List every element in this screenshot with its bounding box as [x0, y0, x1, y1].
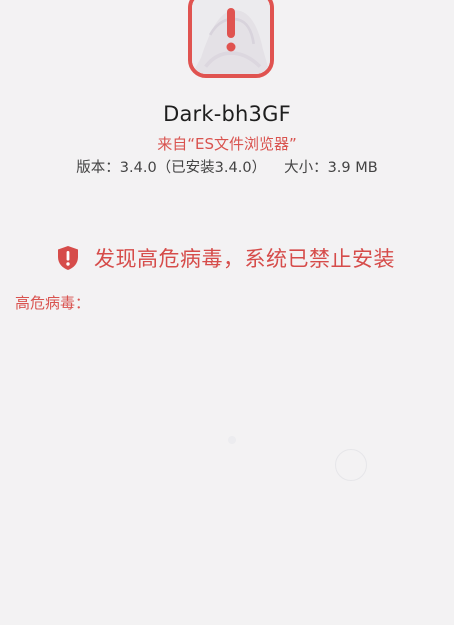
- alert-exclamation-icon: [226, 8, 236, 52]
- app-icon: [188, 0, 274, 78]
- app-size: 大小：3.9 MB: [284, 160, 378, 176]
- app-name: Dark-bh3GF: [163, 102, 291, 126]
- loading-indicator: [335, 449, 367, 481]
- virus-list-label: 高危病毒：: [15, 294, 91, 312]
- virus-warning: 发现高危病毒，系统已禁止安装: [56, 243, 395, 273]
- app-source: 来自“ES文件浏览器”: [157, 135, 297, 153]
- background-dot: [228, 436, 236, 444]
- app-version: 版本：3.4.0（已安装3.4.0）: [76, 160, 267, 176]
- warning-text: 发现高危病毒，系统已禁止安装: [94, 247, 395, 271]
- shield-alert-icon: [58, 246, 78, 270]
- app-meta: 版本：3.4.0（已安装3.4.0） 大小：3.9 MB: [0, 156, 454, 177]
